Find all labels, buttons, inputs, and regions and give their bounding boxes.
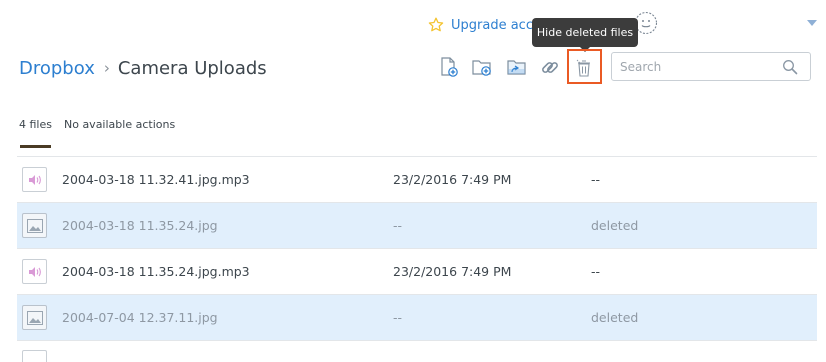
available-actions: No available actions <box>63 118 176 131</box>
tooltip: Hide deleted files <box>532 18 638 47</box>
audio-file-icon <box>22 259 47 284</box>
file-status: -- <box>591 264 601 279</box>
new-file-icon[interactable] <box>437 55 461 79</box>
file-row[interactable]: 2004-03-18 11.35.24.jpg -- deleted <box>17 203 817 249</box>
image-file-icon <box>22 305 47 330</box>
file-name[interactable]: 2004-07-04 12.37.11.jpg <box>62 310 218 325</box>
new-folder-icon[interactable] <box>470 55 494 79</box>
breadcrumb-root-link[interactable]: Dropbox <box>19 58 95 79</box>
upgrade-label: Upgrade acco <box>451 17 541 33</box>
share-link-icon[interactable] <box>538 55 562 79</box>
audio-file-icon <box>22 167 47 192</box>
file-row[interactable]: 2004-03-18 11.35.24.jpg.mp3 23/2/2016 7:… <box>17 249 817 295</box>
file-name[interactable]: 2004-03-18 11.35.24.jpg <box>62 218 218 233</box>
search-box[interactable] <box>611 52 811 81</box>
file-status: deleted <box>591 310 639 325</box>
highlight-box <box>567 49 602 84</box>
account-menu-caret-icon[interactable] <box>807 20 817 26</box>
upgrade-link[interactable]: Upgrade acco <box>428 15 541 35</box>
file-name[interactable]: 2004-03-18 11.32.41.jpg.mp3 <box>62 172 250 187</box>
list-meta: 4 files No available actions <box>19 118 175 134</box>
file-count: 4 files <box>19 118 52 131</box>
file-modified: 23/2/2016 7:49 PM <box>393 264 512 279</box>
partial-thumbnail <box>20 145 51 148</box>
file-status: deleted <box>591 218 639 233</box>
breadcrumb-separator: › <box>103 59 110 77</box>
star-icon <box>428 17 444 33</box>
search-input[interactable] <box>612 53 780 80</box>
breadcrumb: Dropbox › Camera Uploads <box>19 55 267 81</box>
file-name[interactable]: 2004-03-18 11.35.24.jpg.mp3 <box>62 264 250 279</box>
file-row[interactable]: 2004-03-18 11.32.41.jpg.mp3 23/2/2016 7:… <box>17 157 817 203</box>
file-modified: 23/2/2016 7:49 PM <box>393 172 512 187</box>
file-modified: -- <box>393 310 403 325</box>
partial-file-icon <box>22 350 47 362</box>
file-status: -- <box>591 172 601 187</box>
page-title: Camera Uploads <box>117 57 267 79</box>
search-icon[interactable] <box>782 59 798 79</box>
file-row[interactable]: 2004-07-04 12.37.11.jpg -- deleted <box>17 295 817 341</box>
image-file-icon <box>22 213 47 238</box>
new-shared-folder-icon[interactable] <box>505 55 529 79</box>
file-modified: -- <box>393 218 403 233</box>
